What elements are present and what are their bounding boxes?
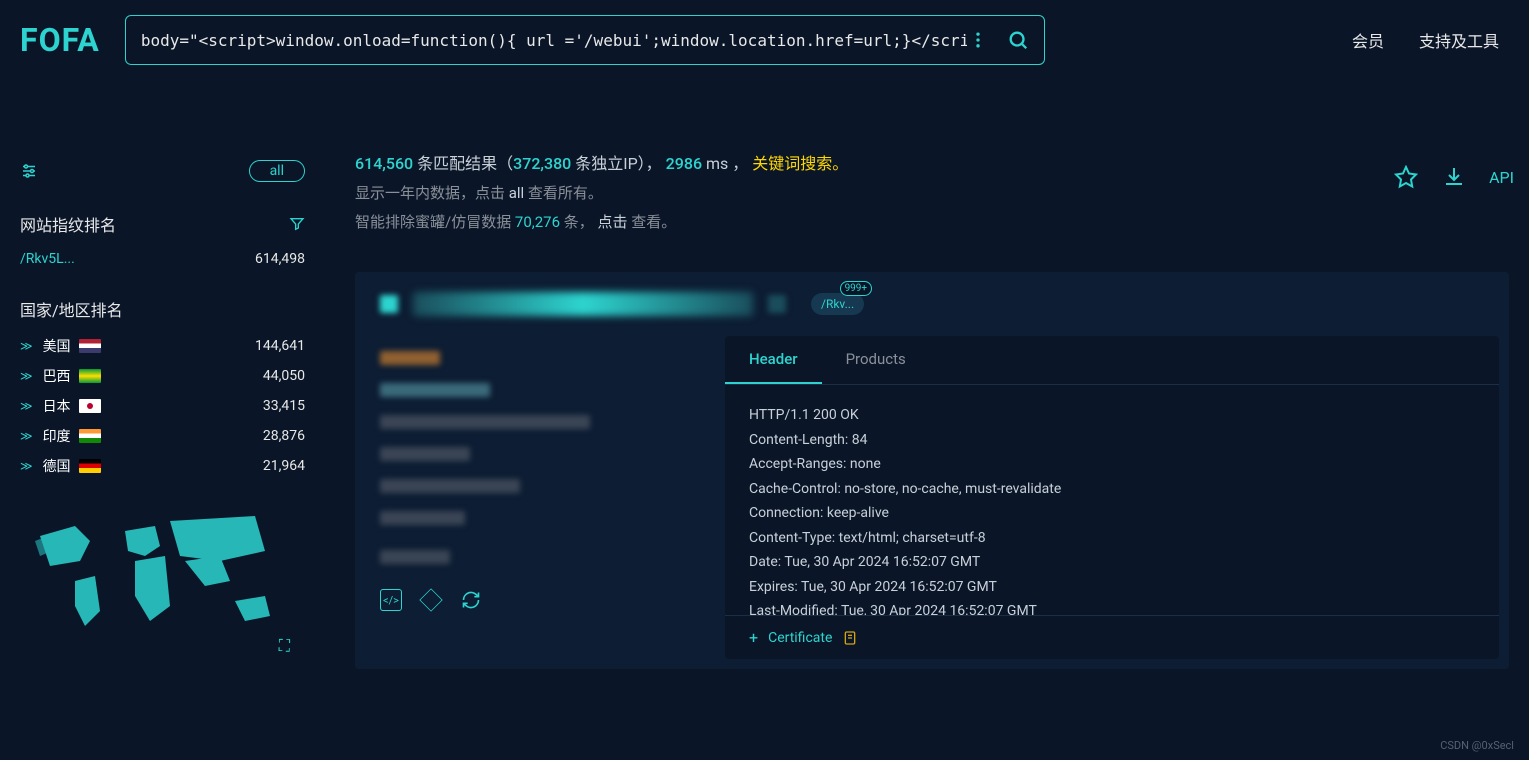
result-icon-blurred (768, 295, 786, 313)
cube-icon[interactable] (419, 588, 442, 611)
fingerprint-row[interactable]: /Rkv5L... 614,498 (20, 251, 305, 267)
content-area: 614,560 条匹配结果（372,380 条独立IP）， 2986 ms ， … (305, 80, 1509, 669)
favorite-icon[interactable] (1393, 164, 1419, 190)
tab-products[interactable]: Products (822, 336, 930, 384)
honeypot-line: 智能排除蜜罐/仿冒数据 70,276 条， 点击 查看。 (355, 211, 1509, 232)
http-headers: HTTP/1.1 200 OKContent-Length: 84Accept-… (725, 385, 1499, 615)
stats-line: 614,560 条匹配结果（372,380 条独立IP）， 2986 ms ， … (355, 150, 1509, 174)
expand-icon[interactable]: ⛶ (279, 636, 290, 656)
filter-icon[interactable] (289, 216, 305, 232)
fingerprint-name: /Rkv5L... (20, 251, 75, 267)
nav-tools[interactable]: 支持及工具 (1419, 28, 1499, 52)
country-row[interactable]: ≫日本33,415 (20, 396, 305, 416)
search-box (125, 15, 1045, 65)
refresh-icon[interactable] (460, 589, 482, 611)
fingerprint-tag[interactable]: 999+ /Rkv... (811, 293, 864, 315)
certificate-icon (842, 630, 858, 646)
card-details-right: Header Products HTTP/1.1 200 OKContent-L… (725, 336, 1499, 659)
settings-icon[interactable] (20, 162, 38, 180)
world-map[interactable]: ⛶ (20, 506, 290, 656)
download-icon[interactable] (1441, 164, 1467, 190)
code-icon[interactable]: </> (380, 589, 402, 611)
logo[interactable]: FOFA (20, 21, 100, 59)
year-data-line: 显示一年内数据，点击 all 查看所有。 (355, 182, 1509, 203)
watermark: CSDN @0xSecl (1440, 739, 1514, 752)
search-input[interactable] (141, 31, 967, 50)
fingerprint-count: 614,498 (255, 251, 305, 267)
tag-badge: 999+ (840, 281, 873, 296)
nav-right: 会员 支持及工具 (1352, 28, 1499, 52)
country-row[interactable]: ≫印度28,876 (20, 426, 305, 446)
all-pill[interactable]: all (249, 160, 305, 182)
page-header: FOFA 会员 支持及工具 (0, 0, 1529, 80)
top-actions: API (1393, 164, 1514, 190)
nav-member[interactable]: 会员 (1352, 28, 1384, 52)
card-details-left: </> (355, 336, 715, 669)
country-row[interactable]: ≫美国144,641 (20, 336, 305, 356)
certificate-row[interactable]: + Certificate (725, 615, 1499, 659)
keyword-search-link[interactable]: 关键词搜索。 (752, 154, 848, 173)
country-row[interactable]: ≫巴西44,050 (20, 366, 305, 386)
result-card: 999+ /Rkv... </> (355, 272, 1509, 669)
sidebar: all 网站指纹排名 /Rkv5L... 614,498 国家/地区排名 ≫美国… (20, 80, 305, 669)
country-title: 国家/地区排名 (20, 297, 123, 321)
country-row[interactable]: ≫德国21,964 (20, 456, 305, 476)
fingerprint-title: 网站指纹排名 (20, 212, 116, 236)
api-link[interactable]: API (1489, 168, 1514, 187)
favicon-blurred (380, 295, 398, 313)
tab-header[interactable]: Header (725, 336, 822, 384)
all-link[interactable]: all (509, 184, 524, 202)
click-link[interactable]: 点击 (597, 213, 627, 231)
more-options-icon[interactable] (967, 29, 989, 51)
result-title-blurred[interactable] (413, 292, 753, 316)
search-icon[interactable] (1007, 29, 1029, 51)
